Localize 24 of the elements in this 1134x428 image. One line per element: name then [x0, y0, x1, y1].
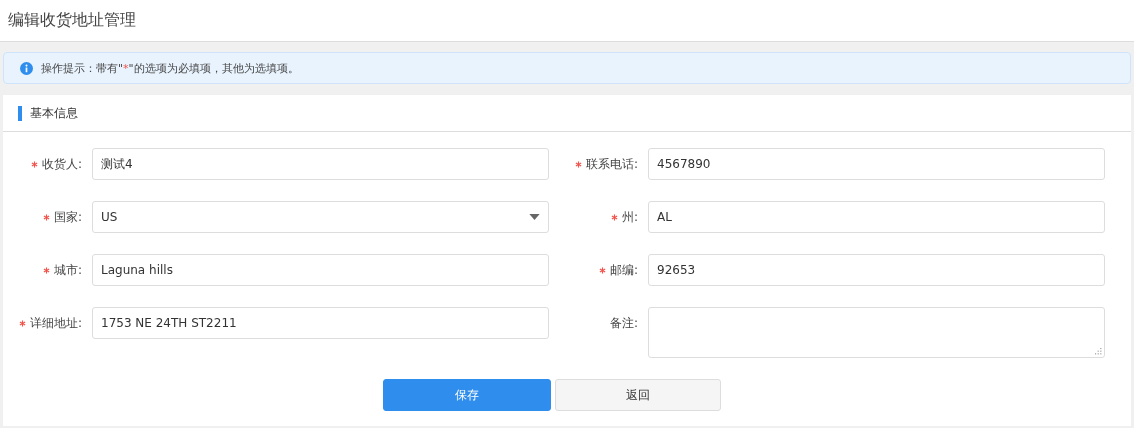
- back-button[interactable]: 返回: [555, 379, 721, 411]
- info-icon: [20, 61, 33, 75]
- field-label: 收货人:: [41, 155, 82, 173]
- field-label: 联系电话:: [585, 155, 638, 173]
- input-field[interactable]: 测试4: [92, 148, 549, 180]
- input-field[interactable]: AL: [648, 201, 1105, 233]
- page-title: 编辑收货地址管理: [8, 10, 136, 31]
- field-label: 国家:: [53, 208, 82, 226]
- input-field[interactable]: Laguna hills: [92, 254, 549, 286]
- section-title: 基本信息: [30, 104, 78, 122]
- input-field[interactable]: 92653: [648, 254, 1105, 286]
- input-field[interactable]: 1753 NE 24TH ST2211: [92, 307, 549, 339]
- input-field[interactable]: 4567890: [648, 148, 1105, 180]
- field-label: 邮编:: [609, 261, 638, 279]
- field-label: 备注:: [609, 314, 638, 332]
- textarea-field[interactable]: [648, 307, 1105, 358]
- resize-grip-icon: [1095, 348, 1102, 355]
- field-label: 城市:: [53, 261, 82, 279]
- field-label: 州:: [621, 208, 638, 226]
- country-select[interactable]: US: [92, 201, 549, 233]
- field-label: 详细地址:: [29, 314, 82, 332]
- hint-text: 操作提示：带有"*"的选项为必填项，其他为选填项。: [41, 60, 299, 76]
- section-marker: [18, 105, 22, 121]
- caret-icon: [529, 214, 540, 220]
